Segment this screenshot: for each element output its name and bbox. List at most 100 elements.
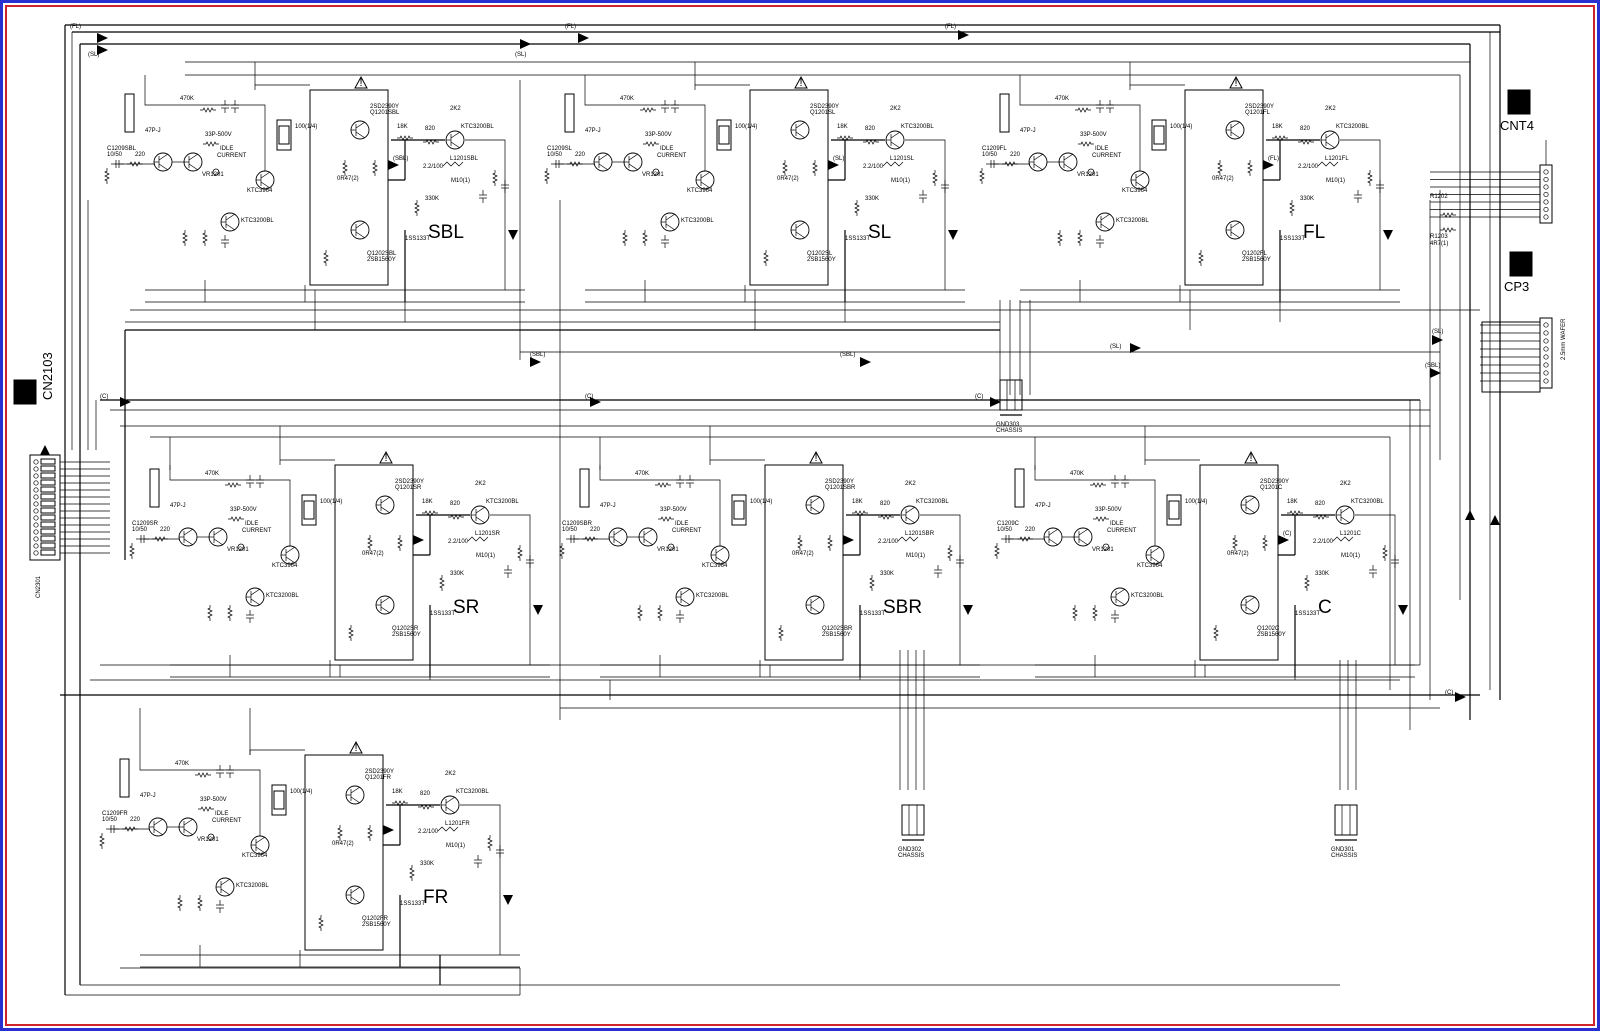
- wire: [613, 528, 624, 536]
- signal-arrow: [1432, 335, 1443, 345]
- part-label: KTC3200BL: [916, 499, 949, 505]
- warning-mark: !: [1250, 452, 1253, 464]
- pin-tag: [40, 549, 56, 556]
- channel-name: SR: [453, 597, 479, 618]
- wire: [598, 163, 609, 171]
- wire: [1100, 213, 1111, 221]
- wire: [640, 107, 656, 113]
- cn2103-label: CN2103: [40, 352, 55, 400]
- signal-arrow: [1383, 230, 1393, 240]
- part-label: Q1201SL: [810, 110, 836, 116]
- cnt4-body: [1539, 164, 1553, 224]
- value-label: 100(1/4): [1185, 499, 1207, 505]
- value-label: 10/50: [547, 152, 563, 158]
- part-label: L1201FL: [1325, 156, 1349, 162]
- wire: [350, 786, 361, 794]
- wire: [642, 230, 648, 246]
- wire: [1034, 465, 1156, 546]
- wire: [220, 888, 231, 896]
- amplifier-schematic: C1209SBL10/50 22047P-J470K33P-500VIDLECUR…: [13, 24, 1567, 996]
- wire: [694, 84, 750, 90]
- wire: [810, 596, 821, 604]
- connector-pin: [1543, 191, 1549, 198]
- wire: [367, 825, 373, 841]
- part-label: KTC3964: [1122, 188, 1148, 194]
- badge-o-letter: O: [1515, 256, 1528, 275]
- value-label: 470K: [620, 96, 634, 102]
- wire: [665, 223, 676, 231]
- bias-sensor-inner: [718, 125, 730, 145]
- wire: [637, 605, 643, 621]
- wire: [1075, 107, 1091, 113]
- part-label: KTC3200BL: [456, 789, 489, 795]
- pin-tag: [40, 521, 56, 528]
- predriver-transistor: [245, 587, 265, 607]
- wire: [203, 141, 219, 147]
- value-label: 2K2: [1340, 481, 1351, 487]
- wire: [598, 153, 609, 161]
- wire: [897, 536, 919, 542]
- idle-label: IDLE: [675, 521, 688, 527]
- diode-label: 1SS133T: [1280, 236, 1305, 242]
- part-label: 2SB1560Y: [1257, 632, 1286, 638]
- value-label: 330K: [880, 571, 894, 577]
- wire: [445, 806, 456, 814]
- value-label: 0R47(2): [1227, 551, 1249, 557]
- value-label: 2K2: [445, 771, 456, 777]
- part-label: KTC3200BL: [486, 499, 519, 505]
- wire: [1245, 596, 1256, 604]
- pin-tag: [40, 542, 56, 549]
- value-label: 2.2/100: [1313, 539, 1334, 545]
- value-label: 820: [420, 791, 431, 797]
- part-label: KTC3964: [687, 188, 713, 194]
- value-label: 820: [1300, 126, 1311, 132]
- wire: [380, 596, 391, 604]
- value-label: 0R47(2): [362, 551, 384, 557]
- cp3-label: CP3: [1504, 279, 1529, 294]
- value-label: 330K: [1300, 196, 1314, 202]
- wire: [1245, 506, 1256, 514]
- wire: [655, 482, 671, 488]
- channel-name: SBR: [883, 597, 922, 618]
- value-label: 470K: [180, 96, 194, 102]
- connector-pin: [33, 543, 39, 549]
- pin-tag: [40, 479, 56, 486]
- value-label: 2K2: [890, 106, 901, 112]
- input-transistor-a: [1043, 527, 1063, 547]
- channel-name: SBL: [428, 222, 464, 243]
- bias-sensor-inner: [273, 790, 285, 810]
- input-transistor-b: [183, 152, 203, 172]
- value-label: 0R47(2): [337, 176, 359, 182]
- wire: [947, 545, 953, 561]
- pin-tag: [40, 507, 56, 514]
- value-label: 47P-J: [1020, 128, 1036, 134]
- value-label: 470K: [175, 761, 189, 767]
- wire: [250, 588, 261, 596]
- signal-label: (C): [100, 394, 108, 400]
- part-label: KTC3200BL: [681, 218, 714, 224]
- wire: [1198, 250, 1204, 266]
- value-label: 820: [865, 126, 876, 132]
- connector-pin: [33, 501, 39, 507]
- wire: [1245, 496, 1256, 504]
- input-transistor-b: [638, 527, 658, 547]
- wire: [1092, 605, 1098, 621]
- signal-arrow: [1490, 515, 1500, 525]
- value-label: 18K: [422, 499, 433, 505]
- predriver-transistor: [660, 212, 680, 232]
- cap-bank: [579, 468, 590, 508]
- output-transistor-pnp: [375, 595, 395, 615]
- diode-label: 1SS133T: [430, 611, 455, 617]
- wire: [285, 546, 296, 554]
- cn2301-label: CN2301: [36, 575, 42, 598]
- warning-mark: !: [800, 77, 803, 89]
- value-label: 18K: [1287, 499, 1298, 505]
- wire: [1340, 139, 1381, 290]
- wire: [350, 886, 361, 894]
- connector-pin: [1543, 354, 1549, 360]
- value-label: 47P-J: [170, 503, 186, 509]
- wire: [1135, 171, 1146, 179]
- value-label: 330K: [420, 861, 434, 867]
- wire: [460, 804, 501, 955]
- wire: [1355, 514, 1396, 665]
